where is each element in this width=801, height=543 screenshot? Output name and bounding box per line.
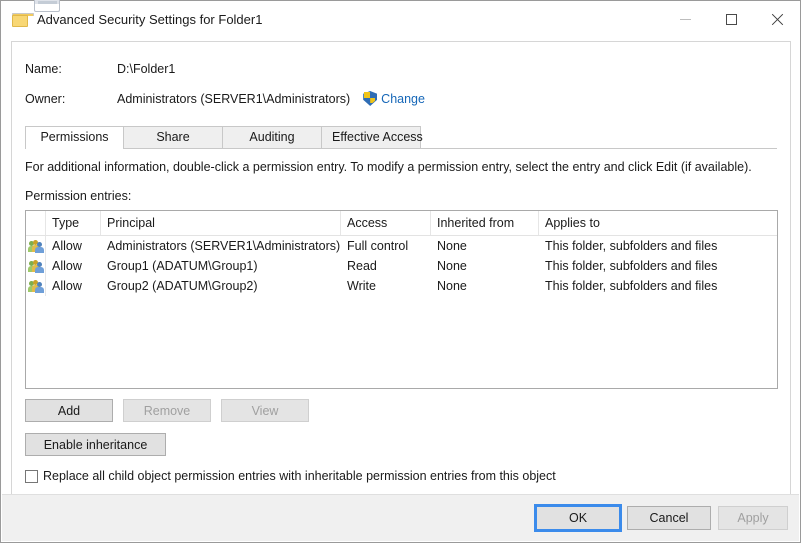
view-button: View (221, 399, 309, 422)
column-header-icon (26, 211, 46, 235)
replace-child-permissions-checkbox[interactable] (25, 469, 38, 483)
permission-entries-list[interactable]: Type Principal Access Inherited from App… (25, 210, 778, 389)
tab-share[interactable]: Share (123, 126, 223, 148)
row-type: Allow (52, 259, 82, 273)
maximize-button[interactable] (708, 1, 754, 38)
table-row[interactable]: Allow Administrators (SERVER1\Administra… (26, 236, 777, 256)
row-type: Allow (52, 279, 82, 293)
column-header-principal[interactable]: Principal (101, 211, 341, 235)
close-button[interactable] (754, 1, 800, 38)
tab-effective-access[interactable]: Effective Access (321, 126, 423, 148)
tab-strip: Permissions Share Auditing Effective Acc… (25, 126, 777, 149)
folder-icon (12, 12, 34, 27)
advanced-security-settings-dialog: Advanced Security Settings for Folder1 N… (0, 0, 801, 543)
row-inherited-from: None (437, 239, 467, 253)
table-row[interactable]: Allow Group2 (ADATUM\Group2) Write None … (26, 276, 777, 296)
minimize-button[interactable] (662, 1, 708, 38)
close-icon (771, 13, 784, 26)
row-access: Full control (347, 239, 409, 253)
users-group-icon (28, 259, 44, 273)
owner-label: Owner: (25, 91, 66, 106)
row-type: Allow (52, 239, 82, 253)
row-applies-to: This folder, subfolders and files (545, 239, 718, 253)
row-access: Write (347, 279, 376, 293)
permission-entries-label: Permission entries: (25, 189, 132, 203)
add-button[interactable]: Add (25, 399, 113, 422)
row-icon-cell (26, 276, 46, 296)
title-overlay-artifact (34, 0, 60, 12)
row-principal: Administrators (SERVER1\Administrators) (107, 239, 341, 253)
row-principal: Group1 (ADATUM\Group1) (107, 259, 258, 273)
row-inherited-from: None (437, 259, 467, 273)
column-header-type[interactable]: Type (46, 211, 101, 235)
window-controls (662, 1, 800, 38)
name-field-row: Name: D:\Folder1 (25, 62, 175, 76)
info-text: For additional information, double-click… (25, 160, 752, 174)
cancel-button[interactable]: Cancel (627, 506, 711, 530)
replace-child-permissions-row[interactable]: Replace all child object permission entr… (25, 469, 556, 483)
users-group-icon (28, 279, 44, 293)
owner-value: Administrators (SERVER1\Administrators) (117, 91, 351, 106)
enable-inheritance-button[interactable]: Enable inheritance (25, 433, 166, 456)
dialog-footer: OK Cancel Apply (2, 494, 799, 541)
table-row[interactable]: Allow Group1 (ADATUM\Group1) Read None T… (26, 256, 777, 276)
row-principal: Group2 (ADATUM\Group2) (107, 279, 258, 293)
row-access: Read (347, 259, 377, 273)
row-inherited-from: None (437, 279, 467, 293)
tab-permissions[interactable]: Permissions (25, 126, 124, 149)
owner-field-row: Owner: Administrators (SERVER1\Administr… (25, 91, 425, 106)
column-header-inherited-from[interactable]: Inherited from (431, 211, 539, 235)
row-applies-to: This folder, subfolders and files (545, 259, 718, 273)
remove-button: Remove (123, 399, 211, 422)
window-title: Advanced Security Settings for Folder1 (37, 12, 263, 27)
row-icon-cell (26, 256, 46, 276)
column-header-access[interactable]: Access (341, 211, 431, 235)
dialog-content-panel: Name: D:\Folder1 Owner: Administrators (… (11, 41, 791, 496)
title-bar: Advanced Security Settings for Folder1 (1, 0, 800, 38)
users-group-icon (28, 239, 44, 253)
maximize-icon (725, 14, 737, 25)
table-header-row: Type Principal Access Inherited from App… (26, 211, 777, 236)
column-header-applies-to[interactable]: Applies to (539, 211, 777, 235)
ok-button[interactable]: OK (534, 504, 622, 532)
change-owner-link[interactable]: Change (381, 92, 425, 106)
tab-auditing[interactable]: Auditing (222, 126, 322, 148)
row-applies-to: This folder, subfolders and files (545, 279, 718, 293)
name-value: D:\Folder1 (117, 62, 176, 76)
name-label: Name: (25, 62, 62, 76)
minimize-icon (679, 19, 691, 20)
replace-child-permissions-label: Replace all child object permission entr… (43, 469, 556, 483)
apply-button: Apply (718, 506, 788, 530)
uac-shield-icon (363, 91, 378, 106)
row-icon-cell (26, 236, 46, 256)
